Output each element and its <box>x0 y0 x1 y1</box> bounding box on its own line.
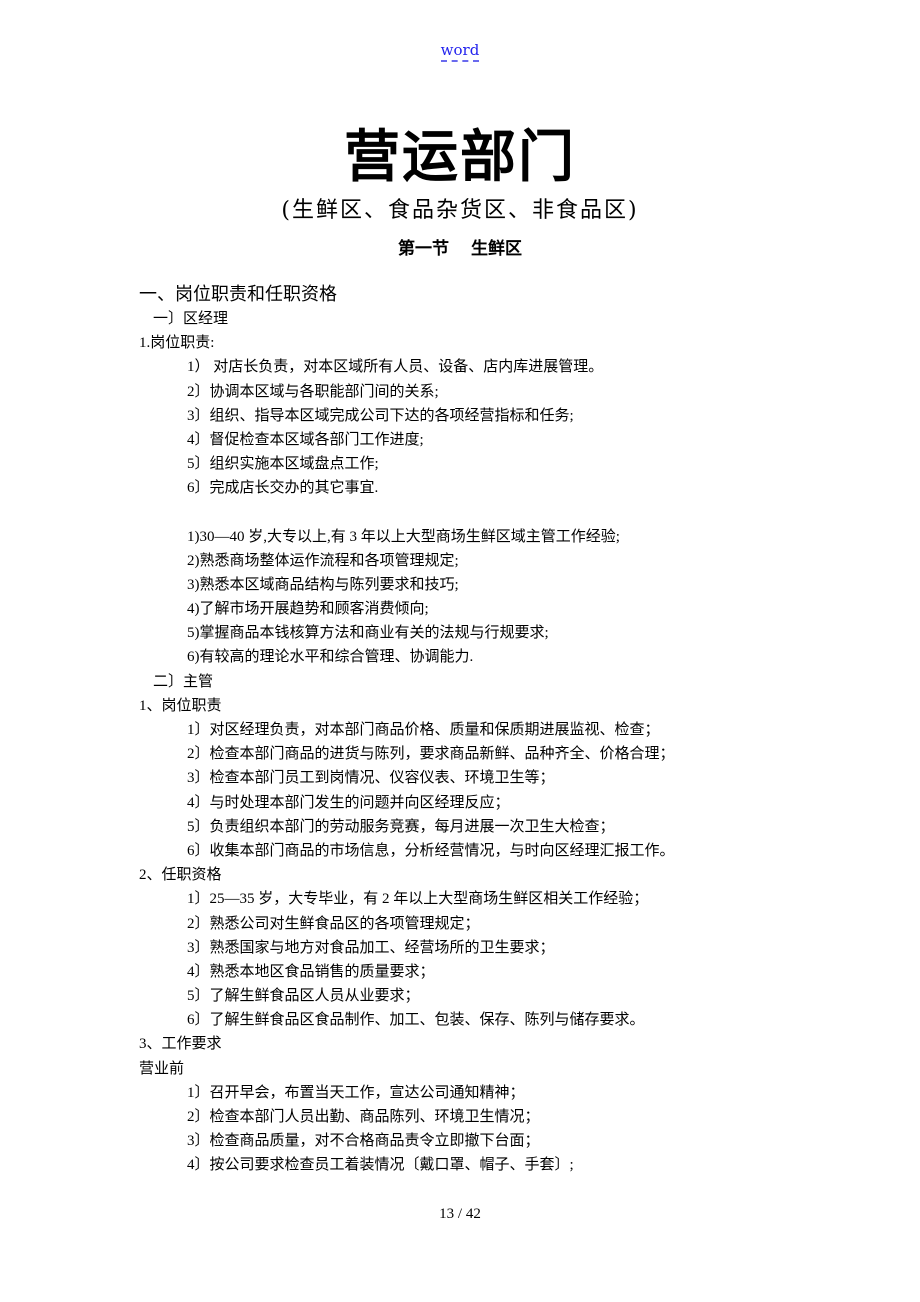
text-line: 5)掌握商品本钱核算方法和商业有关的法规与行规要求; <box>187 625 549 642</box>
section-heading: 第一节 生鲜区 <box>0 234 920 259</box>
text-line: 1.岗位职责: <box>139 335 215 352</box>
text-line: 2〕检查本部门人员出勤、商品陈列、环境卫生情况； <box>187 1109 540 1125</box>
document-subtitle: (生鲜区、食品杂货区、非食品区) <box>281 198 639 223</box>
text-line: 1〕召开早会，布置当天工作，宣达公司通知精神； <box>187 1084 525 1101</box>
text-line: 2〕检查本部门商品的进货与陈列，要求商品新鲜、品种齐全、价格合理； <box>187 746 675 763</box>
text-line: 3、工作要求 <box>139 1036 222 1053</box>
text-line: 5〕负责组织本部门的劳动服务竞赛，每月进展一次卫生大检查； <box>187 818 615 835</box>
word-link-text[interactable]: word <box>440 41 480 62</box>
text-line: 6〕收集本部门商品的市场信息，分析经营情况，与时向区经理汇报工作。 <box>187 842 675 859</box>
text-line: 2、任职资格 <box>139 867 222 884</box>
text-line: 3〕检查本部门员工到岗情况、仪容仪表、环境卫生等； <box>187 770 555 787</box>
header-word-link[interactable]: word <box>0 41 920 62</box>
text-line: 2〕协调本区域与各职能部门间的关系; <box>187 383 439 400</box>
text-line: 6〕了解生鲜食品区食品制作、加工、包装、保存、陈列与储存要求。 <box>187 1012 645 1029</box>
text-line: 6〕完成店长交办的其它事宜. <box>187 480 379 497</box>
text-line: 4〕熟悉本地区食品销售的质量要求； <box>187 963 435 980</box>
text-line: 1〕25—35 岁，大专毕业，有 2 年以上大型商场生鲜区相关工作经验； <box>187 891 649 908</box>
text-line: 1、岗位职责 <box>139 697 222 714</box>
text-line: 2〕熟悉公司对生鲜食品区的各项管理规定； <box>187 915 480 932</box>
section-number: 第一节 <box>398 239 449 259</box>
text-line: 1〕对区经理负责，对本部门商品价格、质量和保质期进展监视、检查； <box>187 722 660 738</box>
text-line: 5〕组织实施本区域盘点工作; <box>187 456 379 473</box>
text-line: 3〕组织、指导本区域完成公司下达的各项经营指标和任务; <box>187 407 574 424</box>
text-line: 3〕熟悉国家与地方对食品加工、经营场所的卫生要求； <box>187 939 555 956</box>
heading-line: 一、岗位职责和任职资格 <box>139 284 337 304</box>
text-line: 3)熟悉本区域商品结构与陈列要求和技巧; <box>187 576 459 593</box>
text-line: 4)了解市场开展趋势和顾客消费倾向; <box>187 601 429 618</box>
text-line: 1） 对店长负责，对本区域所有人员、设备、店内库进展管理。 <box>187 359 604 376</box>
text-line: 1)30—40 岁,大专以上,有 3 年以上大型商场生鲜区域主管工作经验; <box>187 528 620 545</box>
text-line: 二〕主管 <box>153 673 214 690</box>
text-line: 2)熟悉商场整体运作流程和各项管理规定; <box>187 552 459 569</box>
text-line: 4〕按公司要求检查员工着装情况〔戴口罩、帽子、手套〕; <box>187 1157 574 1174</box>
section-name: 生鲜区 <box>471 239 522 259</box>
document-body: 一、岗位职责和任职资格一〕区经理 1.岗位职责: 1） 对店长负责，对本区域所有人员… <box>139 281 839 1178</box>
text-line: 5〕了解生鲜食品区人员从业要求； <box>187 988 420 1005</box>
text-line: 4〕与时处理本部门发生的问题并向区经理反应； <box>187 794 510 811</box>
text-line: 4〕督促检查本区域各部门工作进度; <box>187 431 424 448</box>
page-number: 13 / 42 <box>439 1206 481 1222</box>
text-line: 3〕检查商品质量，对不合格商品责令立即撤下台面； <box>187 1133 540 1150</box>
document-title: 营运部门 <box>344 124 576 190</box>
text-line: 营业前 <box>139 1060 185 1077</box>
text-line: 一〕区经理 <box>153 311 229 327</box>
text-line: 6)有较高的理论水平和综合管理、协调能力. <box>187 649 474 666</box>
